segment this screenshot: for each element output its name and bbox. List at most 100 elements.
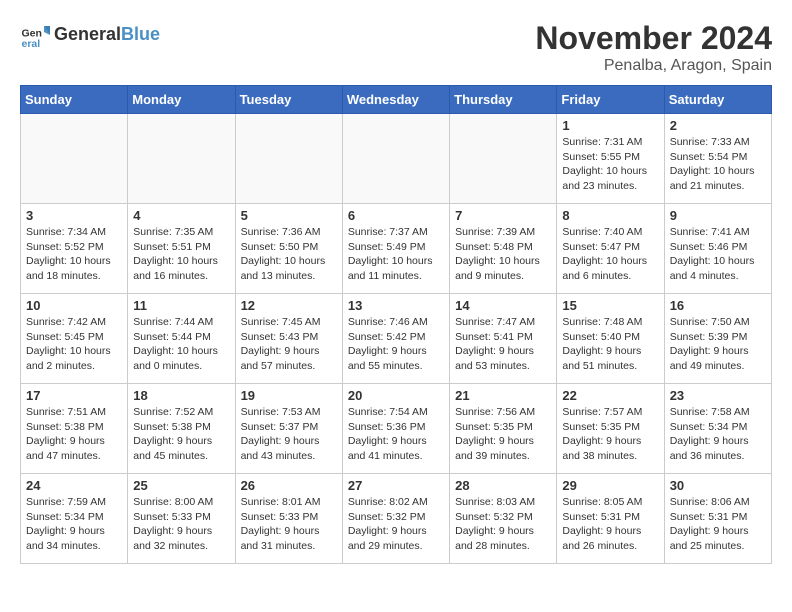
day-number: 28	[455, 478, 551, 493]
calendar-week-2: 3Sunrise: 7:34 AM Sunset: 5:52 PM Daylig…	[21, 204, 772, 294]
calendar-cell: 19 Sunrise: 7:53 AM Sunset: 5:37 PM Dayli…	[235, 384, 342, 474]
day-info: Sunrise: 7:31 AM Sunset: 5:55 PM Dayligh…	[562, 135, 658, 194]
day-info: Sunrise: 7:56 AM Sunset: 5:35 PM Dayligh…	[455, 405, 551, 464]
calendar-cell: 25 Sunrise: 8:00 AM Sunset: 5:33 PM Dayli…	[128, 474, 235, 564]
day-number: 18	[133, 388, 229, 403]
calendar-week-1: 1 Sunrise: 7:31 AM Sunset: 5:55 PM Daylig…	[21, 114, 772, 204]
day-number: 24	[26, 478, 122, 493]
day-info: Sunrise: 7:51 AM Sunset: 5:38 PM Dayligh…	[26, 405, 122, 464]
day-number: 15	[562, 298, 658, 313]
day-info: Sunrise: 8:06 AM Sunset: 5:31 PM Dayligh…	[670, 495, 766, 554]
day-number: 9	[670, 208, 766, 223]
title-area: November 2024 Penalba, Aragon, Spain	[535, 20, 772, 75]
calendar-cell: 12 Sunrise: 7:45 AM Sunset: 5:43 PM Dayli…	[235, 294, 342, 384]
calendar-cell: 26 Sunrise: 8:01 AM Sunset: 5:33 PM Dayli…	[235, 474, 342, 564]
day-number: 20	[348, 388, 444, 403]
page-header: Gen eral GeneralBlue November 2024 Penal…	[20, 20, 772, 75]
calendar-cell: 28 Sunrise: 8:03 AM Sunset: 5:32 PM Dayli…	[450, 474, 557, 564]
day-info: Sunrise: 7:54 AM Sunset: 5:36 PM Dayligh…	[348, 405, 444, 464]
day-info: Sunrise: 7:57 AM Sunset: 5:35 PM Dayligh…	[562, 405, 658, 464]
day-number: 17	[26, 388, 122, 403]
day-info: Sunrise: 7:37 AM Sunset: 5:49 PM Dayligh…	[348, 225, 444, 284]
day-info: Sunrise: 8:00 AM Sunset: 5:33 PM Dayligh…	[133, 495, 229, 554]
calendar-cell	[128, 114, 235, 204]
day-info: Sunrise: 7:42 AM Sunset: 5:45 PM Dayligh…	[26, 315, 122, 374]
calendar-cell: 15 Sunrise: 7:48 AM Sunset: 5:40 PM Dayli…	[557, 294, 664, 384]
day-info: Sunrise: 8:02 AM Sunset: 5:32 PM Dayligh…	[348, 495, 444, 554]
day-number: 27	[348, 478, 444, 493]
day-info: Sunrise: 7:48 AM Sunset: 5:40 PM Dayligh…	[562, 315, 658, 374]
day-info: Sunrise: 7:47 AM Sunset: 5:41 PM Dayligh…	[455, 315, 551, 374]
month-title: November 2024	[535, 20, 772, 57]
day-info: Sunrise: 7:53 AM Sunset: 5:37 PM Dayligh…	[241, 405, 337, 464]
calendar-cell	[21, 114, 128, 204]
day-info: Sunrise: 7:59 AM Sunset: 5:34 PM Dayligh…	[26, 495, 122, 554]
day-info: Sunrise: 7:33 AM Sunset: 5:54 PM Dayligh…	[670, 135, 766, 194]
day-number: 19	[241, 388, 337, 403]
calendar-cell: 6 Sunrise: 7:37 AM Sunset: 5:49 PM Daylig…	[342, 204, 449, 294]
day-info: Sunrise: 8:05 AM Sunset: 5:31 PM Dayligh…	[562, 495, 658, 554]
day-number: 23	[670, 388, 766, 403]
calendar-cell	[235, 114, 342, 204]
weekday-header-monday: Monday	[128, 86, 235, 114]
day-info: Sunrise: 7:45 AM Sunset: 5:43 PM Dayligh…	[241, 315, 337, 374]
day-info: Sunrise: 7:58 AM Sunset: 5:34 PM Dayligh…	[670, 405, 766, 464]
calendar-cell: 24 Sunrise: 7:59 AM Sunset: 5:34 PM Dayli…	[21, 474, 128, 564]
day-number: 13	[348, 298, 444, 313]
weekday-header-wednesday: Wednesday	[342, 86, 449, 114]
calendar-cell: 13 Sunrise: 7:46 AM Sunset: 5:42 PM Dayli…	[342, 294, 449, 384]
day-number: 25	[133, 478, 229, 493]
logo-text: GeneralBlue	[54, 25, 160, 45]
day-number: 3	[26, 208, 122, 223]
day-info: Sunrise: 7:35 AM Sunset: 5:51 PM Dayligh…	[133, 225, 229, 284]
calendar-week-4: 17 Sunrise: 7:51 AM Sunset: 5:38 PM Dayli…	[21, 384, 772, 474]
calendar-cell: 9Sunrise: 7:41 AM Sunset: 5:46 PM Daylig…	[664, 204, 771, 294]
day-number: 30	[670, 478, 766, 493]
calendar-week-5: 24 Sunrise: 7:59 AM Sunset: 5:34 PM Dayli…	[21, 474, 772, 564]
calendar-cell: 22 Sunrise: 7:57 AM Sunset: 5:35 PM Dayli…	[557, 384, 664, 474]
calendar-cell: 3Sunrise: 7:34 AM Sunset: 5:52 PM Daylig…	[21, 204, 128, 294]
day-info: Sunrise: 8:03 AM Sunset: 5:32 PM Dayligh…	[455, 495, 551, 554]
weekday-header-row: SundayMondayTuesdayWednesdayThursdayFrid…	[21, 86, 772, 114]
day-number: 14	[455, 298, 551, 313]
weekday-header-thursday: Thursday	[450, 86, 557, 114]
svg-text:eral: eral	[22, 38, 41, 50]
calendar-cell: 18 Sunrise: 7:52 AM Sunset: 5:38 PM Dayli…	[128, 384, 235, 474]
day-info: Sunrise: 7:36 AM Sunset: 5:50 PM Dayligh…	[241, 225, 337, 284]
calendar-cell: 29 Sunrise: 8:05 AM Sunset: 5:31 PM Dayli…	[557, 474, 664, 564]
day-number: 10	[26, 298, 122, 313]
calendar-cell: 20 Sunrise: 7:54 AM Sunset: 5:36 PM Dayli…	[342, 384, 449, 474]
location: Penalba, Aragon, Spain	[535, 57, 772, 75]
calendar-cell: 11Sunrise: 7:44 AM Sunset: 5:44 PM Dayli…	[128, 294, 235, 384]
calendar-cell: 16 Sunrise: 7:50 AM Sunset: 5:39 PM Dayli…	[664, 294, 771, 384]
calendar-table: SundayMondayTuesdayWednesdayThursdayFrid…	[20, 85, 772, 564]
calendar-cell: 10 Sunrise: 7:42 AM Sunset: 5:45 PM Dayli…	[21, 294, 128, 384]
calendar-cell: 4 Sunrise: 7:35 AM Sunset: 5:51 PM Daylig…	[128, 204, 235, 294]
logo-icon: Gen eral	[20, 20, 50, 50]
day-number: 21	[455, 388, 551, 403]
day-info: Sunrise: 7:39 AM Sunset: 5:48 PM Dayligh…	[455, 225, 551, 284]
day-number: 26	[241, 478, 337, 493]
day-info: Sunrise: 8:01 AM Sunset: 5:33 PM Dayligh…	[241, 495, 337, 554]
day-number: 6	[348, 208, 444, 223]
calendar-cell: 21 Sunrise: 7:56 AM Sunset: 5:35 PM Dayli…	[450, 384, 557, 474]
day-number: 29	[562, 478, 658, 493]
calendar-cell: 7 Sunrise: 7:39 AM Sunset: 5:48 PM Daylig…	[450, 204, 557, 294]
day-number: 22	[562, 388, 658, 403]
day-info: Sunrise: 7:50 AM Sunset: 5:39 PM Dayligh…	[670, 315, 766, 374]
day-info: Sunrise: 7:52 AM Sunset: 5:38 PM Dayligh…	[133, 405, 229, 464]
day-number: 16	[670, 298, 766, 313]
calendar-cell: 2Sunrise: 7:33 AM Sunset: 5:54 PM Daylig…	[664, 114, 771, 204]
day-info: Sunrise: 7:46 AM Sunset: 5:42 PM Dayligh…	[348, 315, 444, 374]
calendar-header: SundayMondayTuesdayWednesdayThursdayFrid…	[21, 86, 772, 114]
calendar-cell	[342, 114, 449, 204]
day-number: 5	[241, 208, 337, 223]
calendar-cell: 17 Sunrise: 7:51 AM Sunset: 5:38 PM Dayli…	[21, 384, 128, 474]
day-number: 7	[455, 208, 551, 223]
calendar-cell: 14 Sunrise: 7:47 AM Sunset: 5:41 PM Dayli…	[450, 294, 557, 384]
calendar-cell: 8Sunrise: 7:40 AM Sunset: 5:47 PM Daylig…	[557, 204, 664, 294]
day-number: 12	[241, 298, 337, 313]
calendar-cell: 23 Sunrise: 7:58 AM Sunset: 5:34 PM Dayli…	[664, 384, 771, 474]
day-number: 4	[133, 208, 229, 223]
day-number: 1	[562, 118, 658, 133]
